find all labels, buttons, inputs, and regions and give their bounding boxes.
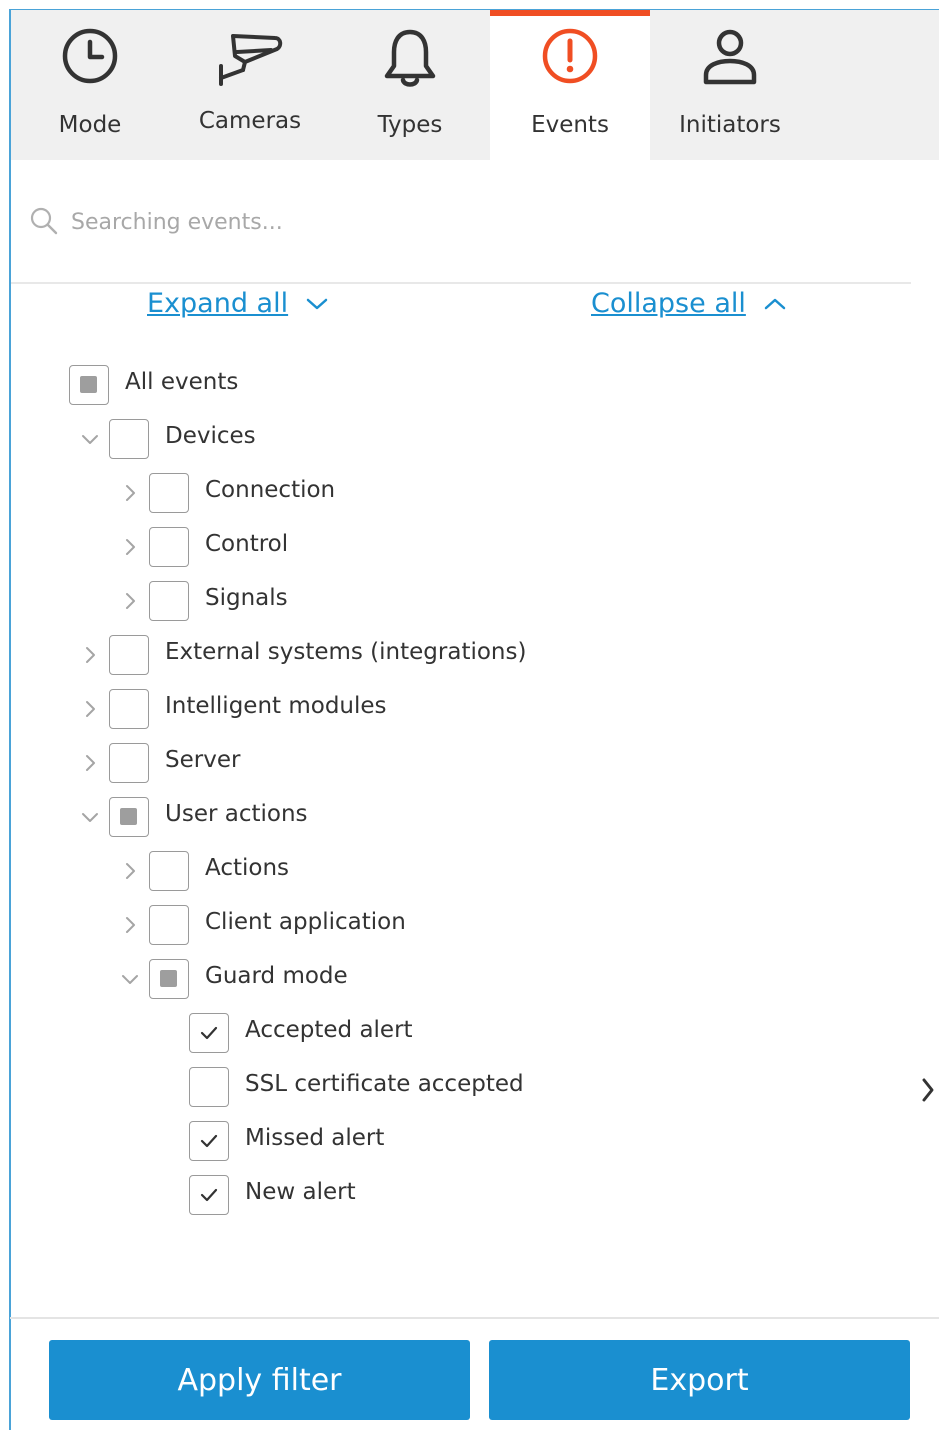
- checkmark-icon: [200, 1134, 218, 1148]
- tree-item-label: External systems (integrations): [165, 639, 527, 665]
- chevron-down-icon[interactable]: [79, 806, 101, 828]
- tree-item: New alert: [0, 1170, 900, 1220]
- tree-checkbox[interactable]: [69, 365, 109, 405]
- apply-filter-button[interactable]: Apply filter: [49, 1340, 470, 1420]
- tree-item-label: Actions: [205, 855, 290, 881]
- camera-icon: [219, 34, 283, 86]
- tree-item: Intelligent modules: [0, 684, 900, 734]
- tree-item-label: Server: [165, 747, 241, 773]
- chevron-right-icon[interactable]: [79, 644, 101, 666]
- chevron-right-icon[interactable]: [119, 590, 141, 612]
- panel-top-border: [9, 9, 939, 10]
- tree-checkbox[interactable]: [149, 905, 189, 945]
- chevron-up-icon: [764, 298, 786, 309]
- tree-checkbox[interactable]: [189, 1175, 229, 1215]
- tab-label: Mode: [58, 112, 122, 138]
- tree-item: Guard mode: [0, 954, 900, 1004]
- collapse-all-link[interactable]: Collapse all: [591, 288, 786, 319]
- tree-checkbox[interactable]: [109, 743, 149, 783]
- tree-item: Client application: [0, 900, 900, 950]
- apply-filter-label: Apply filter: [177, 1362, 342, 1398]
- chevron-down-icon[interactable]: [79, 428, 101, 450]
- tree-item: Control: [0, 522, 900, 572]
- tree-item: User actions: [0, 792, 900, 842]
- tab-cameras[interactable]: Cameras: [170, 10, 330, 160]
- tree-item: All events: [0, 360, 900, 410]
- tree-checkbox[interactable]: [149, 959, 189, 999]
- tree-item-label: Client application: [205, 909, 406, 935]
- tree-checkbox[interactable]: [189, 1121, 229, 1161]
- tree-item-label: All events: [125, 369, 239, 395]
- tab-label: Types: [377, 112, 443, 138]
- tree-item-label: New alert: [245, 1179, 356, 1205]
- chevron-right-icon[interactable]: [79, 698, 101, 720]
- tree-item-label: Accepted alert: [245, 1017, 413, 1043]
- chevron-right-icon[interactable]: [79, 752, 101, 774]
- user-icon: [703, 29, 757, 85]
- tree-item-label: Missed alert: [245, 1125, 385, 1151]
- chevron-down-icon[interactable]: [119, 968, 141, 990]
- tree-checkbox[interactable]: [149, 473, 189, 513]
- chevron-right-icon[interactable]: [119, 914, 141, 936]
- tree-item: Server: [0, 738, 900, 788]
- tree-item-label: Signals: [205, 585, 288, 611]
- tree-checkbox[interactable]: [149, 851, 189, 891]
- tab-label: Initiators: [679, 112, 781, 138]
- search-input[interactable]: [71, 202, 771, 242]
- tree-checkbox[interactable]: [109, 419, 149, 459]
- export-button[interactable]: Export: [489, 1340, 910, 1420]
- alert-icon: [542, 28, 598, 84]
- checkmark-icon: [200, 1026, 218, 1040]
- export-label: Export: [650, 1362, 749, 1398]
- tab-initiators[interactable]: Initiators: [650, 10, 810, 160]
- footer-divider: [10, 1317, 939, 1319]
- chevron-right-icon[interactable]: [919, 1076, 937, 1104]
- tab-label: Events: [531, 112, 609, 138]
- tree-checkbox[interactable]: [109, 689, 149, 729]
- tree-item: SSL certificate accepted: [0, 1062, 900, 1112]
- tree-item: Signals: [0, 576, 900, 626]
- expand-all-label: Expand all: [147, 288, 289, 319]
- chevron-right-icon[interactable]: [119, 536, 141, 558]
- chevron-right-icon[interactable]: [119, 860, 141, 882]
- tab-label: Cameras: [198, 108, 302, 134]
- tree-checkbox[interactable]: [189, 1067, 229, 1107]
- tree-item: Devices: [0, 414, 900, 464]
- tree-checkbox[interactable]: [109, 635, 149, 675]
- tree-checkbox[interactable]: [109, 797, 149, 837]
- bell-icon: [384, 29, 436, 87]
- tree-item: Actions: [0, 846, 900, 896]
- tree-item: Accepted alert: [0, 1008, 900, 1058]
- chevron-right-icon[interactable]: [119, 482, 141, 504]
- checkmark-icon: [200, 1188, 218, 1202]
- tree-item-label: Intelligent modules: [165, 693, 387, 719]
- tree-item-label: SSL certificate accepted: [245, 1071, 524, 1097]
- chevron-down-icon: [306, 298, 328, 309]
- search-icon: [30, 207, 58, 235]
- tree-item: Connection: [0, 468, 900, 518]
- tab-types[interactable]: Types: [330, 10, 490, 160]
- tree-item-label: Control: [205, 531, 289, 557]
- tree-checkbox[interactable]: [149, 527, 189, 567]
- tab-mode[interactable]: Mode: [10, 10, 170, 160]
- tab-bar: Mode Cameras Types Events Initiators: [10, 10, 939, 160]
- tab-events[interactable]: Events: [490, 10, 650, 160]
- tree-item-label: Connection: [205, 477, 336, 503]
- tree-item: External systems (integrations): [0, 630, 900, 680]
- collapse-all-label: Collapse all: [591, 288, 746, 319]
- tree-checkbox[interactable]: [189, 1013, 229, 1053]
- clock-icon: [62, 28, 118, 84]
- tree-item: Missed alert: [0, 1116, 900, 1166]
- tree-item-label: User actions: [165, 801, 308, 827]
- tree-item-label: Guard mode: [205, 963, 348, 989]
- tree-item-label: Devices: [165, 423, 256, 449]
- search-bar: [11, 160, 911, 284]
- tree-checkbox[interactable]: [149, 581, 189, 621]
- expand-all-link[interactable]: Expand all: [147, 288, 328, 319]
